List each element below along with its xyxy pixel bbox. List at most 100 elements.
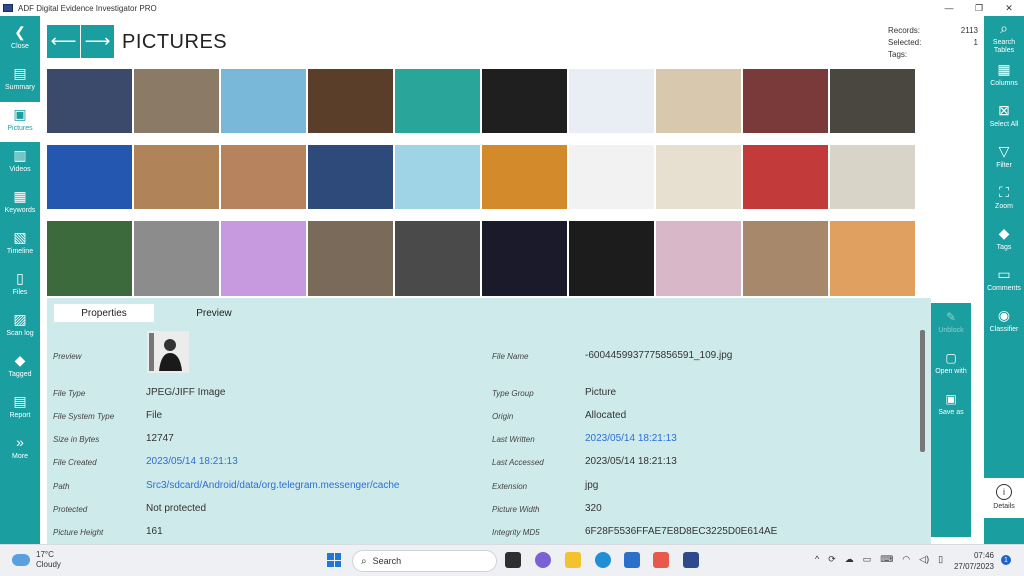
picture-thumbnail[interactable] xyxy=(656,145,741,209)
prop-value-file-type: JPEG/JIFF Image xyxy=(146,387,226,398)
tool-classifier[interactable]: ◉ Classifier xyxy=(984,303,1024,343)
picture-thumbnail[interactable] xyxy=(830,69,915,133)
weather-widget[interactable]: 17°C Cloudy xyxy=(12,550,61,570)
picture-thumbnail[interactable] xyxy=(569,69,654,133)
picture-thumbnail[interactable] xyxy=(134,69,219,133)
tool-search-tables[interactable]: ⌕ Search Tables xyxy=(984,16,1024,56)
picture-thumbnail[interactable] xyxy=(830,145,915,209)
start-button[interactable] xyxy=(327,553,341,567)
prop-label-protected: Protected xyxy=(53,505,88,514)
details-scrollbar[interactable] xyxy=(920,330,925,452)
picture-thumbnail[interactable] xyxy=(134,221,219,296)
tool-columns[interactable]: ▦ Columns xyxy=(984,57,1024,97)
details-button[interactable]: i Details xyxy=(984,478,1024,518)
back-button[interactable]: ⟵ xyxy=(47,25,80,58)
tab-preview[interactable]: Preview xyxy=(164,304,264,322)
edge-browser-icon[interactable] xyxy=(595,552,611,568)
nav-videos[interactable]: ▥ Videos xyxy=(0,143,40,183)
picture-thumbnail[interactable] xyxy=(47,69,132,133)
app-icon xyxy=(3,4,13,12)
picture-thumbnail[interactable] xyxy=(47,221,132,296)
picture-thumbnail[interactable] xyxy=(743,221,828,296)
file-explorer-icon[interactable] xyxy=(565,552,581,568)
picture-thumbnail[interactable] xyxy=(569,145,654,209)
picture-thumbnail[interactable] xyxy=(656,221,741,296)
show-hidden-icons-icon[interactable]: ^ xyxy=(815,554,819,565)
maximize-button[interactable]: ❐ xyxy=(964,0,994,16)
nav-pictures[interactable]: ▣ Pictures xyxy=(0,102,40,142)
tool-comments[interactable]: ▭ Comments xyxy=(984,262,1024,302)
tool-select-all[interactable]: ⊠ Select All xyxy=(984,98,1024,138)
picture-thumbnail[interactable] xyxy=(482,69,567,133)
page-header: ⟵ ⟶ PICTURES Records: 2113 Selected: 1 Tag… xyxy=(40,16,984,68)
prop-value-file-created[interactable]: 2023/05/14 18:21:13 xyxy=(146,456,238,467)
picture-thumbnail[interactable] xyxy=(830,221,915,296)
tool-zoom[interactable]: ⛶ Zoom xyxy=(984,180,1024,220)
picture-thumbnail[interactable] xyxy=(395,221,480,296)
picture-thumbnail[interactable] xyxy=(308,221,393,296)
nav-label: Close xyxy=(11,43,29,50)
selected-label: Selected: xyxy=(888,38,922,47)
picture-thumbnail[interactable] xyxy=(47,145,132,209)
picture-thumbnail[interactable] xyxy=(569,221,654,296)
picture-thumbnail[interactable] xyxy=(308,145,393,209)
taskbar-search[interactable]: ⌕ Search xyxy=(352,550,497,572)
volume-icon[interactable]: ◁) xyxy=(919,554,929,565)
picture-thumbnail[interactable] xyxy=(743,145,828,209)
weather-desc: Cloudy xyxy=(36,560,61,569)
prop-label-type-group: Type Group xyxy=(492,389,534,398)
picture-thumbnail[interactable] xyxy=(656,69,741,133)
onedrive-icon[interactable]: ☁ xyxy=(845,554,854,565)
keyboard-icon[interactable]: ⌨ xyxy=(880,554,893,565)
picture-thumbnail[interactable] xyxy=(743,69,828,133)
picture-thumbnail[interactable] xyxy=(308,69,393,133)
tool-tags[interactable]: ◆ Tags xyxy=(984,221,1024,261)
picture-thumbnail[interactable] xyxy=(395,145,480,209)
forward-button[interactable]: ⟶ xyxy=(81,25,114,58)
minimize-button[interactable]: — xyxy=(934,0,964,16)
nav-keywords[interactable]: ▦ Keywords xyxy=(0,184,40,224)
picture-thumbnail[interactable] xyxy=(221,145,306,209)
save-icon: ▣ xyxy=(945,392,957,406)
nav-label: Scan log xyxy=(6,330,34,337)
prop-value-path[interactable]: Src3/sdcard/Android/data/org.telegram.me… xyxy=(146,480,399,491)
nav-files[interactable]: ▯ Files xyxy=(0,266,40,306)
adf-app-icon[interactable] xyxy=(683,552,699,568)
battery-icon[interactable]: ▯ xyxy=(938,554,943,565)
action-label: Unblock xyxy=(938,327,964,334)
save-as-button[interactable]: ▣ Save as xyxy=(931,387,971,427)
picture-thumbnail[interactable] xyxy=(221,69,306,133)
battery-saver-icon[interactable]: ▭ xyxy=(863,554,872,565)
nav-scan-log[interactable]: ▨ Scan log xyxy=(0,307,40,347)
picture-thumbnail[interactable] xyxy=(482,221,567,296)
tool-label: Comments xyxy=(987,285,1021,292)
nav-tagged[interactable]: ◆ Tagged xyxy=(0,348,40,388)
task-view-icon[interactable] xyxy=(505,552,521,568)
chat-icon[interactable] xyxy=(535,552,551,568)
snipping-tool-icon[interactable] xyxy=(653,552,669,568)
sync-icon[interactable]: ⟳ xyxy=(828,554,836,565)
tool-filter[interactable]: ▽ Filter xyxy=(984,139,1024,179)
picture-thumbnail[interactable] xyxy=(482,145,567,209)
close-window-button[interactable]: ✕ xyxy=(994,0,1024,16)
open-with-button[interactable]: ▢ Open with xyxy=(931,346,971,386)
prop-value-last-written[interactable]: 2023/05/14 18:21:13 xyxy=(585,433,677,444)
nav-more[interactable]: » More xyxy=(0,430,40,470)
picture-thumbnail[interactable] xyxy=(134,145,219,209)
tab-properties[interactable]: Properties xyxy=(54,304,154,322)
nav-timeline[interactable]: ▧ Timeline xyxy=(0,225,40,265)
prop-label-last-written: Last Written xyxy=(492,435,535,444)
store-icon[interactable] xyxy=(624,552,640,568)
picture-thumbnail[interactable] xyxy=(221,221,306,296)
nav-close[interactable]: ❮ Close xyxy=(0,20,40,60)
picture-thumbnail[interactable] xyxy=(395,69,480,133)
nav-report[interactable]: ▤ Report xyxy=(0,389,40,429)
right-sidebar: ⌕ Search Tables ▦ Columns ⊠ Select All ▽ Filter… xyxy=(984,16,1024,544)
notification-badge[interactable]: 1 xyxy=(1001,555,1011,565)
zoom-icon: ⛶ xyxy=(999,183,1009,200)
clock[interactable]: 07:46 27/07/2023 xyxy=(950,550,994,572)
eye-icon: ◉ xyxy=(997,306,1011,323)
prop-value-picture-width: 320 xyxy=(585,503,602,514)
wifi-icon[interactable]: ◠ xyxy=(902,554,910,565)
nav-summary[interactable]: ▤ Summary xyxy=(0,61,40,101)
